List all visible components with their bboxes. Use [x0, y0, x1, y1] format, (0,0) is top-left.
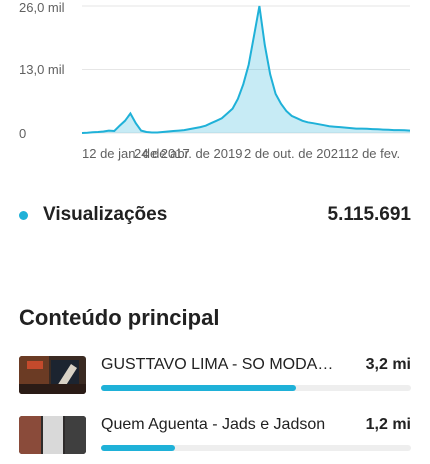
thumbnail-image-1: [19, 356, 86, 394]
content-item-2[interactable]: Quem Aguenta - Jads e Jadson 1,2 mi: [19, 416, 411, 464]
views-chart: 26,0 mil 13,0 mil 0 12 de jan. de 2017 2…: [0, 0, 430, 170]
metric-row-views[interactable]: Visualizações 5.115.691: [19, 202, 411, 230]
y-tick-13k: 13,0 mil: [19, 62, 65, 77]
section-title: Conteúdo principal: [19, 305, 220, 330]
share-bar-fill: [101, 385, 297, 391]
y-tick-26k: 26,0 mil: [19, 0, 65, 15]
thumbnail-image-2: [19, 416, 86, 454]
metric-label: Visualizações: [43, 204, 168, 225]
views-chart-svg: [81, 5, 411, 134]
content-item-1[interactable]: GUSTTAVO LIMA - SO MODAO... 3,2 mi: [19, 356, 411, 404]
item-title[interactable]: Quem Aguenta - Jads e Jadson: [101, 416, 341, 434]
series-color-dot: [19, 211, 28, 220]
share-bar-track: [101, 445, 411, 451]
metric-value: 5.115.691: [327, 204, 411, 225]
share-bar-track: [101, 385, 411, 391]
item-title[interactable]: GUSTTAVO LIMA - SO MODAO...: [101, 356, 341, 374]
x-tick-3: 2 de out. de 2021: [244, 146, 346, 161]
video-thumbnail[interactable]: [19, 356, 86, 394]
y-tick-0: 0: [19, 126, 27, 141]
x-axis-ticks: 12 de jan. de 2017 24 de abr. de 2019 2 …: [0, 146, 430, 164]
video-thumbnail[interactable]: [19, 416, 86, 454]
x-tick-4: 12 de fev.: [344, 146, 401, 161]
x-tick-2: 24 de abr. de 2019: [134, 146, 243, 161]
item-value: 3,2 mi: [365, 356, 411, 373]
item-value: 1,2 mi: [365, 416, 411, 433]
share-bar-fill: [101, 445, 176, 451]
